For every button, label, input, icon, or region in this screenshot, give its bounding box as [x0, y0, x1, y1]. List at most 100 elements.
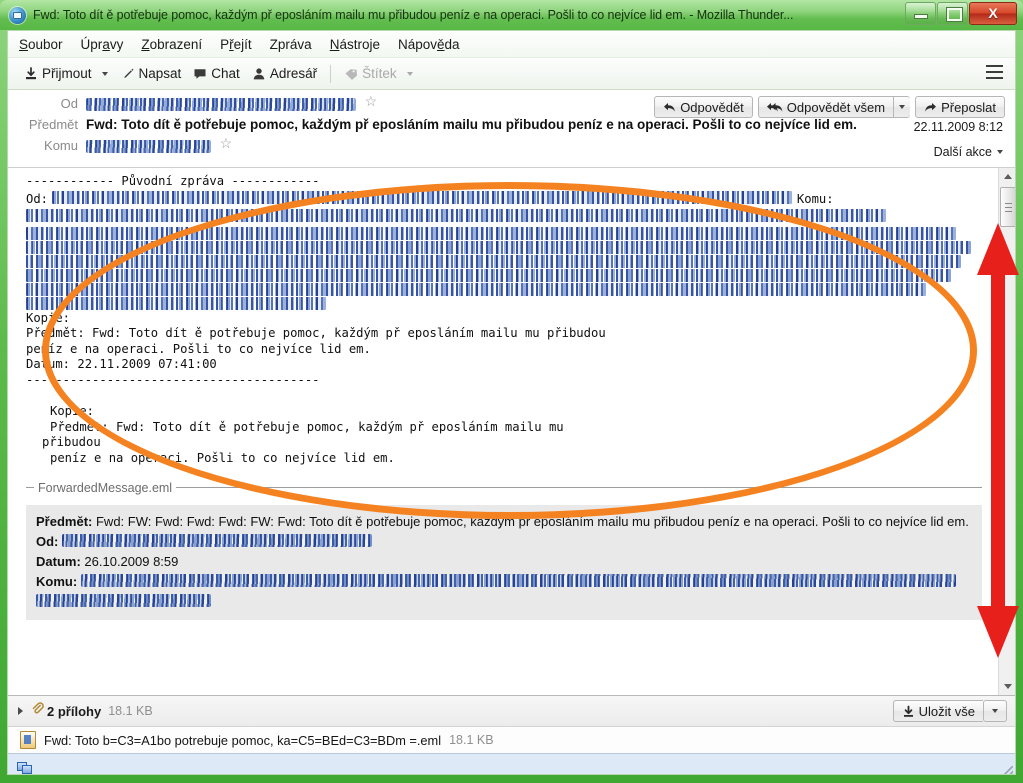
forwarded-from-row: Od: x [36, 532, 972, 551]
save-all-dropdown[interactable] [983, 700, 1007, 722]
menu-napoveda[interactable]: Nápověda [398, 37, 460, 52]
tag-button[interactable]: Štítek [338, 63, 403, 84]
quoted-inner-divider: ---------------------------------------- [26, 372, 320, 387]
toolbar-separator [330, 64, 332, 83]
quoted-date-line: Datum: 22.11.2009 07:41:00 [26, 357, 217, 372]
reply-all-dropdown[interactable] [893, 96, 911, 118]
chevron-down-icon [899, 105, 906, 109]
save-all-button[interactable]: Uložit vše [892, 700, 983, 722]
forwarded-to-redacted-1: x [80, 573, 956, 587]
attachment-count: 2 přílohy [47, 703, 102, 719]
menu-upravy[interactable]: Úpravy [81, 37, 124, 52]
eml-file-icon [20, 731, 36, 749]
minimize-button[interactable] [905, 2, 936, 25]
forwarded-from-label: Od: [36, 533, 59, 549]
menu-zobrazeni[interactable]: Zobrazení [141, 37, 202, 52]
scrollbar-thumb[interactable] [1000, 187, 1015, 227]
header-row-subject: Předmět Fwd: Toto dít ě potřebuje pomoc,… [20, 117, 1003, 134]
attachment-item-name[interactable]: Fwd: Toto b=C3=A1bo potrebuje pomoc, ka=… [44, 733, 441, 748]
person-icon [252, 67, 270, 81]
quoted-subject-line: Předmět: Fwd: Toto dít ě potřebuje pomoc… [26, 326, 606, 341]
reply-all-label: Odpovědět všem [786, 99, 886, 115]
forwarded-subject-value: Fwd: FW: Fwd: Fwd: Fwd: FW: Fwd: Toto dí… [95, 513, 969, 529]
more-actions-button[interactable]: Další akce [934, 145, 1003, 159]
quoted-headers-redacted: Od: Komu: [26, 190, 998, 310]
attachment-list: Fwd: Toto b=C3=A1bo potrebuje pomoc, ka=… [8, 726, 1015, 753]
body-vertical-scrollbar[interactable] [998, 168, 1015, 695]
app-menu-icon[interactable] [986, 65, 1003, 80]
quoted-to-redacted-7 [26, 296, 326, 310]
menu-nastroje[interactable]: Nástroje [330, 37, 380, 52]
inner-subject-line: Předmět: Fwd: Toto dít ě potřebuje pomoc… [50, 419, 564, 434]
scroll-down-arrow-icon[interactable] [999, 678, 1015, 695]
star-icon-to[interactable] [220, 135, 233, 152]
forwarded-to-label: Komu: [36, 573, 78, 589]
reply-label: Odpovědět [680, 99, 744, 115]
subject-value: Fwd: Toto dít ě potřebuje pomoc, každým … [86, 117, 857, 132]
address-book-button[interactable]: Adresář [246, 63, 323, 84]
reply-arrow-icon [663, 102, 680, 113]
quoted-copy-label: Kopie: [26, 310, 71, 325]
save-all-label: Uložit vše [918, 703, 975, 719]
quoted-to-redacted-1 [26, 208, 886, 222]
attachment-item-size: 18.1 KB [449, 733, 494, 747]
thunderbird-window: Fwd: Toto dít ě potřebuje pomoc, každým … [0, 0, 1023, 783]
subject-label: Předmět [28, 117, 78, 132]
quoted-from-label: Od: [26, 191, 49, 206]
reply-all-group: Odpovědět všem [757, 96, 911, 118]
original-message-divider: ------------ Původní zpráva ------------ [26, 174, 320, 188]
chat-label: Chat [211, 66, 240, 81]
more-actions-label: Další akce [933, 145, 992, 159]
forwarded-to-redacted-2: x [36, 593, 211, 607]
status-bar [8, 753, 1015, 774]
menu-soubor[interactable]: Soubor [19, 37, 63, 52]
header-row-to: Komu x [20, 135, 1003, 155]
forwarded-message-separator: ForwardedMessage.eml [26, 481, 982, 495]
paperclip-icon [31, 702, 44, 720]
separator-line [176, 487, 982, 489]
forwarded-subject-row: Předmět: Fwd: FW: Fwd: Fwd: Fwd: FW: Fwd… [36, 512, 972, 531]
reply-button[interactable]: Odpovědět [654, 96, 753, 118]
menu-zprava[interactable]: Zpráva [270, 37, 312, 52]
get-mail-button[interactable]: Přijmout [18, 63, 98, 84]
attachment-twisty-icon[interactable] [18, 707, 23, 715]
tag-icon [344, 67, 362, 81]
write-button[interactable]: Napsat [115, 63, 188, 84]
reply-all-button[interactable]: Odpovědět všem [757, 96, 894, 118]
close-button[interactable]: X [969, 2, 1017, 25]
write-label: Napsat [138, 66, 182, 81]
forwarded-filename: ForwardedMessage.eml [38, 480, 173, 495]
reply-all-arrow-icon [766, 102, 787, 113]
message-body-pane: ------------ Původní zpráva ------------… [8, 168, 1015, 695]
message-header-pane: Od x Předmět Fwd: Toto dít ě potřebuje p… [8, 90, 1015, 168]
maximize-button[interactable] [937, 2, 968, 25]
forward-button[interactable]: Přeposlat [915, 96, 1005, 118]
chat-bubble-icon [193, 67, 211, 81]
star-icon-from[interactable] [365, 93, 378, 110]
header-action-buttons: Odpovědět Odpovědět všem Přeposlat [654, 96, 1005, 118]
tag-dropdown-icon[interactable] [406, 71, 413, 76]
resize-grip-icon[interactable] [1002, 766, 1013, 774]
save-download-icon [902, 705, 919, 718]
get-mail-label: Přijmout [42, 66, 92, 81]
menu-prejit[interactable]: Přejít [220, 37, 252, 52]
quoted-to-redacted-6 [26, 282, 926, 296]
more-actions-chevron-icon [997, 150, 1003, 154]
to-label: Komu [44, 138, 78, 153]
pencil-icon [121, 67, 139, 81]
get-mail-dropdown-icon[interactable] [101, 71, 108, 76]
menu-bar: Soubor Úpravy Zobrazení Přejít Zpráva Ná… [8, 31, 1015, 58]
forwarded-message-headers: Předmět: Fwd: FW: Fwd: Fwd: Fwd: FW: Fwd… [26, 504, 982, 620]
quoted-to-label: Komu: [796, 191, 834, 206]
quoted-to-redacted-4 [26, 254, 961, 268]
window-title: Fwd: Toto dít ě potřebuje pomoc, každým … [33, 8, 794, 22]
inner-subject-line-3: peníz e na operaci. Pošli to co nejvíce … [50, 450, 395, 465]
address-book-label: Adresář [269, 66, 318, 81]
forwarded-date-row: Datum: 26.10.2009 8:59 [36, 552, 972, 571]
network-status-icon [17, 760, 32, 774]
message-body-scroll[interactable]: ------------ Původní zpráva ------------… [8, 168, 998, 695]
chat-button[interactable]: Chat [187, 63, 246, 84]
forwarded-date-label: Datum: [36, 553, 81, 569]
from-redacted-text: x [86, 98, 356, 111]
scroll-up-arrow-icon[interactable] [999, 168, 1015, 185]
